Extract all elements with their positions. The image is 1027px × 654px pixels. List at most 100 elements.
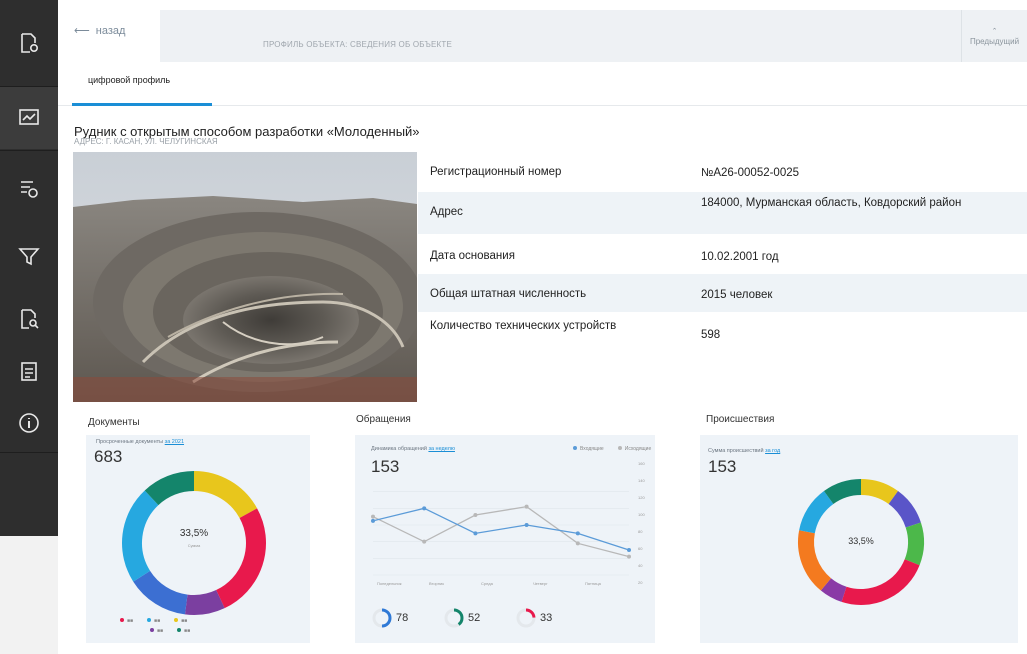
active-tab-indicator xyxy=(72,103,212,106)
series-b-point xyxy=(371,514,375,519)
chevron-up-icon: ⌃ xyxy=(991,27,998,35)
series-a-point xyxy=(575,531,580,536)
mini-donut-icon xyxy=(372,608,392,628)
appeals-card: Динамика обращений за неделю Входящие Ис… xyxy=(355,435,655,643)
incidents-title: Происшествия xyxy=(706,414,775,425)
info-value: №А26-00052-0025 xyxy=(701,167,800,179)
series-b-line xyxy=(372,505,630,558)
x-tick-label: Четверг xyxy=(533,581,548,586)
incidents-donut-segment xyxy=(888,491,921,528)
info-label: Регистрационный номер xyxy=(430,166,562,178)
info-value: 10.02.2001 год xyxy=(701,251,779,263)
site-photo xyxy=(73,152,417,402)
incidents-donut-segment xyxy=(799,491,834,534)
x-tick-label: Вторник xyxy=(429,581,444,586)
y-tick-label: 140 xyxy=(638,478,645,483)
series-b-point xyxy=(473,513,478,517)
tab-digital-profile[interactable]: цифровой профиль xyxy=(88,75,170,85)
sidebar-bottom-area xyxy=(0,536,58,654)
page-subtitle: АДРЕС: Г. КАСАН, УЛ. ЧЕЛУГИНСКАЯ xyxy=(74,137,218,146)
info-label: Количество технических устройств xyxy=(430,320,617,332)
incidents-period-link[interactable]: за год xyxy=(765,448,780,454)
documents-center-caption: Сумма xyxy=(187,543,201,548)
incidents-donut-segment xyxy=(860,479,899,505)
info-row: Количество технических устройств 598 xyxy=(418,312,1027,352)
chart-monitor-icon xyxy=(19,109,39,125)
sidebar-item-analytics[interactable] xyxy=(0,87,58,149)
info-value: 598 xyxy=(701,329,721,341)
y-tick-label: 100 xyxy=(638,512,645,517)
legend-item: ■■ xyxy=(174,618,187,624)
x-tick-label: Среда xyxy=(481,581,494,586)
mini-stat-value: 52 xyxy=(468,612,481,624)
back-label: назад xyxy=(95,24,126,37)
documents-legend: ■■ ■■ ■■ xyxy=(120,618,187,624)
previous-button[interactable]: ⌃ Предыдущий xyxy=(961,10,1027,62)
series-b-point xyxy=(627,554,631,559)
documents-legend-2: ■■ ■■ xyxy=(150,628,190,634)
document-gear-icon xyxy=(21,33,39,53)
series-b-point xyxy=(524,504,529,509)
documents-center-percent: 33,5% xyxy=(179,528,209,539)
y-tick-label: 60 xyxy=(638,546,643,551)
incidents-caption: Сумма происшествий за год xyxy=(708,448,780,454)
info-value: 184000, Мурманская область, Ковдорский р… xyxy=(701,197,962,209)
documents-card: Просроченные документы за 2021 683 33,5%… xyxy=(86,435,310,643)
series-b-point xyxy=(422,539,427,544)
sidebar-item-info[interactable] xyxy=(0,392,58,454)
appeals-mini-stat: 78 xyxy=(371,607,408,629)
incidents-center-percent: 33,5% xyxy=(848,536,874,546)
info-label: Дата основания xyxy=(430,250,515,262)
topbar-title: ПРОФИЛЬ ОБЪЕКТА: СВЕДЕНИЯ ОБ ОБЪЕКТЕ xyxy=(263,40,453,49)
info-label: Общая штатная численность xyxy=(430,288,587,300)
info-label: Адрес xyxy=(430,206,463,218)
info-icon xyxy=(19,413,39,433)
appeals-line-chart: Понедельник Вторник Среда Четверг Пятница 160… xyxy=(371,461,645,586)
series-a-point xyxy=(627,548,631,552)
funnel-icon xyxy=(18,248,40,266)
mini-stat-value: 78 xyxy=(396,612,409,624)
list-clock-icon xyxy=(21,181,38,198)
documents-donut-segment xyxy=(184,589,225,615)
documents-donut-segment xyxy=(215,508,266,609)
incidents-donut-segment xyxy=(823,479,862,505)
documents-caption: Просроченные документы за 2021 xyxy=(96,439,184,445)
clipboard-icon xyxy=(21,362,37,381)
sidebar-item-requests[interactable] xyxy=(0,158,58,220)
arrow-left-icon: ⟵ xyxy=(74,25,90,37)
mini-donut-icon xyxy=(444,608,464,628)
series-a-point xyxy=(473,531,478,536)
documents-caption-text: Просроченные документы xyxy=(96,439,164,445)
series-b-point xyxy=(575,541,580,546)
documents-donut-segment xyxy=(133,570,188,615)
documents-period-link[interactable]: за 2021 xyxy=(165,439,184,445)
series-a-point xyxy=(371,518,375,523)
legend-item: ■■ xyxy=(147,618,160,624)
document-search-icon xyxy=(21,309,39,329)
series-a-point xyxy=(524,523,529,527)
info-row: Общая штатная численность 2015 человек xyxy=(418,274,1027,312)
documents-donut-segment xyxy=(193,471,258,519)
x-tick-label: Понедельник xyxy=(377,581,402,586)
series-a-line xyxy=(372,507,630,551)
y-tick-label: 80 xyxy=(638,529,643,534)
info-row: Дата основания 10.02.2001 год xyxy=(418,234,1027,274)
appeals-title: Обращения xyxy=(356,414,411,425)
info-row: Адрес 184000, Мурманская область, Ковдор… xyxy=(418,192,1027,234)
mini-donut-icon xyxy=(516,608,536,628)
y-tick-label: 160 xyxy=(638,461,645,466)
x-tick-label: Пятница xyxy=(585,581,602,586)
documents-title: Документы xyxy=(88,417,140,428)
mini-stat-value: 33 xyxy=(540,612,553,624)
legend-item: ■■ xyxy=(177,628,190,634)
back-button[interactable]: ⟵ назад xyxy=(74,24,126,38)
y-tick-label: 40 xyxy=(638,563,643,568)
info-value: 2015 человек xyxy=(701,289,773,301)
topbar-background xyxy=(160,10,988,62)
incidents-total: 153 xyxy=(708,457,737,476)
app-root: ⟵ назад ПРОФИЛЬ ОБЪЕКТА: СВЕДЕНИЯ ОБ ОБЪ… xyxy=(0,0,1027,654)
series-a-point xyxy=(422,506,427,511)
sidebar-item-profile[interactable] xyxy=(0,12,58,74)
sidebar-item-filter[interactable] xyxy=(0,226,58,288)
appeals-mini-stat: 52 xyxy=(443,607,480,629)
